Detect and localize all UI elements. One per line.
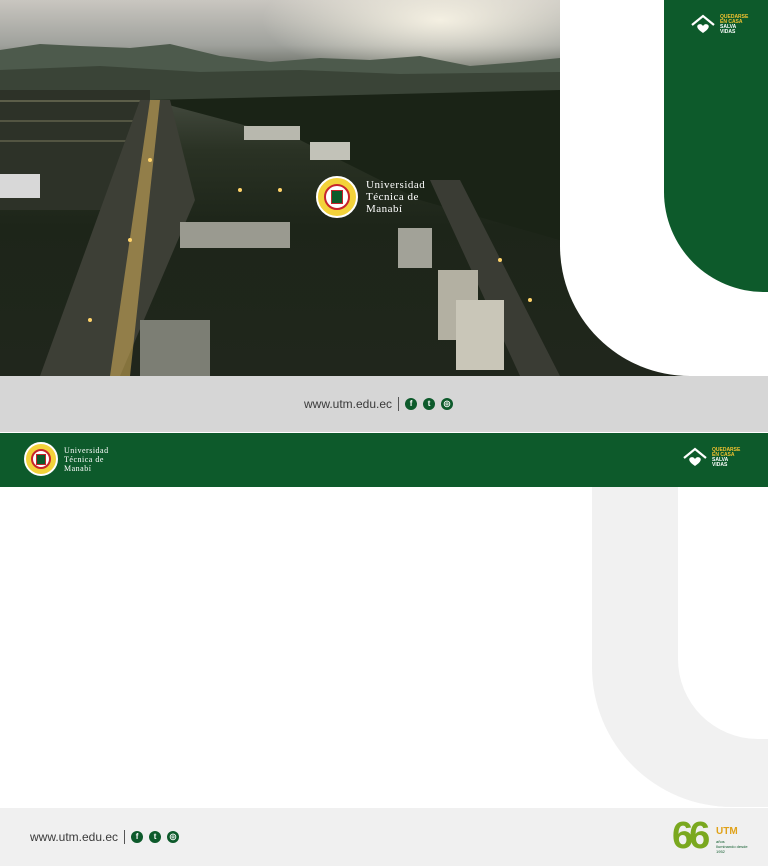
campaign-line4: VIDAS <box>720 29 736 35</box>
campaign-line4: VIDAS <box>712 462 728 468</box>
cover-footer-links: www.utm.edu.ec f t ◎ <box>304 397 454 411</box>
university-name-line1: Universidad <box>366 179 426 191</box>
university-name: Universidad Técnica de Manabí <box>64 446 109 473</box>
website-link[interactable]: www.utm.edu.ec <box>304 397 392 411</box>
facebook-icon[interactable]: f <box>405 398 418 410</box>
page-footer-links: www.utm.edu.ec f t ◎ <box>30 830 180 844</box>
divider <box>124 830 126 844</box>
facebook-icon[interactable]: f <box>131 831 144 843</box>
twitter-icon[interactable]: t <box>149 831 162 843</box>
university-name-line2: Técnica de <box>366 191 419 203</box>
university-logo-header: Universidad Técnica de Manabí <box>24 442 109 476</box>
twitter-icon[interactable]: t <box>423 398 436 410</box>
page-header-band <box>0 433 768 487</box>
university-seal-icon <box>24 442 58 476</box>
university-seal-icon <box>316 176 358 218</box>
instagram-icon[interactable]: ◎ <box>441 398 454 410</box>
anniversary-tagline: años Iluminando desde 1952 <box>716 839 748 854</box>
house-heart-icon <box>683 447 707 466</box>
website-link[interactable]: www.utm.edu.ec <box>30 830 118 844</box>
university-name-line3: Manabí <box>366 203 403 215</box>
stay-home-badge: QUEDARSE EN CASA SALVA VIDAS <box>690 14 748 36</box>
university-name-line3: Manabí <box>64 463 92 473</box>
u-watermark <box>592 487 768 807</box>
stay-home-badge-header: QUEDARSE EN CASA SALVA VIDAS <box>682 447 740 469</box>
anniversary-brand: UTM <box>716 826 738 837</box>
house-heart-icon <box>691 14 715 33</box>
instagram-icon[interactable]: ◎ <box>167 831 180 843</box>
anniversary-number: 66 <box>672 815 710 857</box>
anniversary-logo: 66 UTM años Iluminando desde 1952 <box>668 812 748 860</box>
university-logo-hero: Universidad Técnica de Manabí <box>316 176 425 218</box>
university-name-line2: Técnica de <box>64 454 104 464</box>
divider <box>398 397 400 411</box>
anniversary-tagline-text: Iluminando desde 1952 <box>716 844 748 854</box>
university-name-line1: Universidad <box>64 445 109 455</box>
university-name: Universidad Técnica de Manabí <box>366 179 425 215</box>
